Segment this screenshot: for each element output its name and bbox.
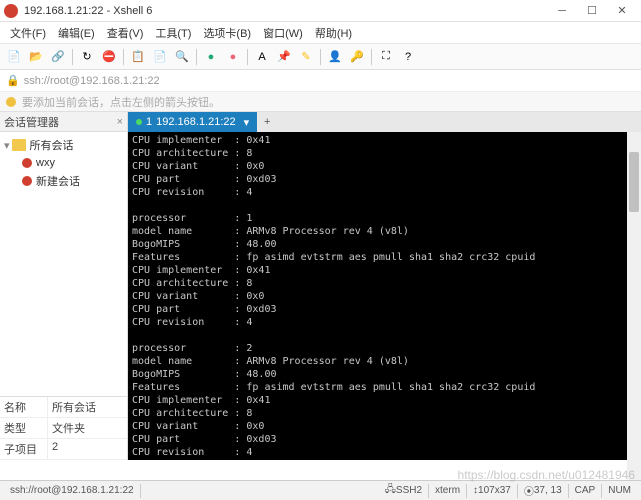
tree-root[interactable]: ▾ 所有会话	[4, 136, 123, 154]
status-size: ↕ 107x37	[467, 484, 518, 498]
status-cursor-pos: ⦿ 37, 13	[518, 484, 569, 498]
session-tree[interactable]: ▾ 所有会话 wxy 新建会话	[0, 132, 127, 396]
help-icon[interactable]: ?	[398, 47, 418, 67]
session-icon	[22, 158, 32, 168]
pin-icon[interactable]: 📌	[274, 47, 294, 67]
menu-view[interactable]: 查看(V)	[101, 23, 150, 43]
prop-row: 子项目2	[0, 439, 127, 460]
minimize-button[interactable]: ─	[547, 0, 577, 22]
hint-text: 要添加当前会话，点击左侧的箭头按钮。	[22, 94, 220, 110]
status-protocol: 🖧 SSH2	[379, 484, 429, 498]
sidebar-close-icon[interactable]: ×	[117, 116, 123, 128]
tree-item-label: wxy	[36, 157, 55, 169]
menu-edit[interactable]: 编辑(E)	[52, 23, 101, 43]
user-icon[interactable]: 👤	[325, 47, 345, 67]
session-sidebar: 会话管理器 × ▾ 所有会话 wxy 新建会话 名称所有会话 类型文件夹 子项目…	[0, 112, 128, 460]
close-button[interactable]: ✕	[607, 0, 637, 22]
disconnect-icon[interactable]: ⛔	[99, 47, 119, 67]
main-area: 1 192.168.1.21:22 ▾ + CPU implementer : …	[128, 112, 641, 460]
new-session-icon[interactable]: 📄	[4, 47, 24, 67]
tree-root-label: 所有会话	[30, 137, 74, 153]
prop-row: 类型文件夹	[0, 418, 127, 439]
address-text[interactable]: ssh://root@192.168.1.21:22	[24, 75, 160, 87]
toolbar-separator	[320, 49, 321, 65]
hint-icon	[6, 97, 16, 107]
toolbar: 📄 📂 🔗 ↻ ⛔ 📋 📄 🔍 ● ● A 📌 ✎ 👤 🔑 ⛶ ?	[0, 44, 641, 70]
connected-icon	[136, 119, 142, 125]
folder-icon	[12, 139, 26, 151]
tab-dropdown-icon[interactable]: ▾	[244, 116, 250, 129]
scrollbar-thumb[interactable]	[629, 152, 639, 212]
menu-tools[interactable]: 工具(T)	[149, 23, 197, 43]
color-icon[interactable]: ●	[223, 47, 243, 67]
key-icon[interactable]: 🔑	[347, 47, 367, 67]
toolbar-separator	[123, 49, 124, 65]
find-icon[interactable]: 🔍	[172, 47, 192, 67]
highlight-icon[interactable]: ✎	[296, 47, 316, 67]
terminal[interactable]: CPU implementer : 0x41 CPU architecture …	[128, 132, 641, 460]
copy-icon[interactable]: 📋	[128, 47, 148, 67]
menu-window[interactable]: 窗口(W)	[257, 23, 309, 43]
maximize-button[interactable]: ☐	[577, 0, 607, 22]
menu-file[interactable]: 文件(F)	[4, 23, 52, 43]
tab-index: 1	[146, 116, 152, 128]
font-icon[interactable]: A	[252, 47, 272, 67]
status-address: ssh://root@192.168.1.21:22	[4, 484, 141, 498]
connect-icon[interactable]: 🔗	[48, 47, 68, 67]
hint-bar: 要添加当前会话，点击左侧的箭头按钮。	[0, 92, 641, 112]
status-caps: CAP	[569, 484, 603, 498]
menu-tabs[interactable]: 选项卡(B)	[197, 23, 257, 43]
properties-icon[interactable]: ●	[201, 47, 221, 67]
open-icon[interactable]: 📂	[26, 47, 46, 67]
workspace: 会话管理器 × ▾ 所有会话 wxy 新建会话 名称所有会话 类型文件夹 子项目…	[0, 112, 641, 460]
tree-item[interactable]: 新建会话	[4, 172, 123, 190]
app-icon	[4, 4, 18, 18]
tab-label: 192.168.1.21:22	[156, 116, 236, 128]
menu-bar: 文件(F) 编辑(E) 查看(V) 工具(T) 选项卡(B) 窗口(W) 帮助(…	[0, 22, 641, 44]
toolbar-separator	[196, 49, 197, 65]
toolbar-separator	[72, 49, 73, 65]
status-num: NUM	[602, 484, 637, 498]
window-titlebar: 192.168.1.21:22 - Xshell 6 ─ ☐ ✕	[0, 0, 641, 22]
sidebar-title: 会话管理器	[4, 114, 59, 130]
sidebar-properties: 名称所有会话 类型文件夹 子项目2	[0, 396, 127, 460]
status-bar: ssh://root@192.168.1.21:22 🖧 SSH2 xterm …	[0, 480, 641, 500]
tree-item-label: 新建会话	[36, 173, 80, 189]
reconnect-icon[interactable]: ↻	[77, 47, 97, 67]
session-icon	[22, 176, 32, 186]
vertical-scrollbar[interactable]	[627, 132, 641, 480]
fullscreen-icon[interactable]: ⛶	[376, 47, 396, 67]
tab-bar: 1 192.168.1.21:22 ▾ +	[128, 112, 641, 132]
tree-item[interactable]: wxy	[4, 154, 123, 172]
sidebar-header: 会话管理器 ×	[0, 112, 127, 132]
lock-icon: 🔒	[6, 74, 20, 87]
prop-row: 名称所有会话	[0, 397, 127, 418]
menu-help[interactable]: 帮助(H)	[309, 23, 358, 43]
toolbar-separator	[371, 49, 372, 65]
paste-icon[interactable]: 📄	[150, 47, 170, 67]
add-tab-button[interactable]: +	[257, 112, 277, 132]
window-title: 192.168.1.21:22 - Xshell 6	[24, 5, 547, 17]
address-bar: 🔒 ssh://root@192.168.1.21:22	[0, 70, 641, 92]
toolbar-separator	[247, 49, 248, 65]
status-termtype: xterm	[429, 484, 467, 498]
session-tab[interactable]: 1 192.168.1.21:22 ▾	[128, 112, 257, 132]
